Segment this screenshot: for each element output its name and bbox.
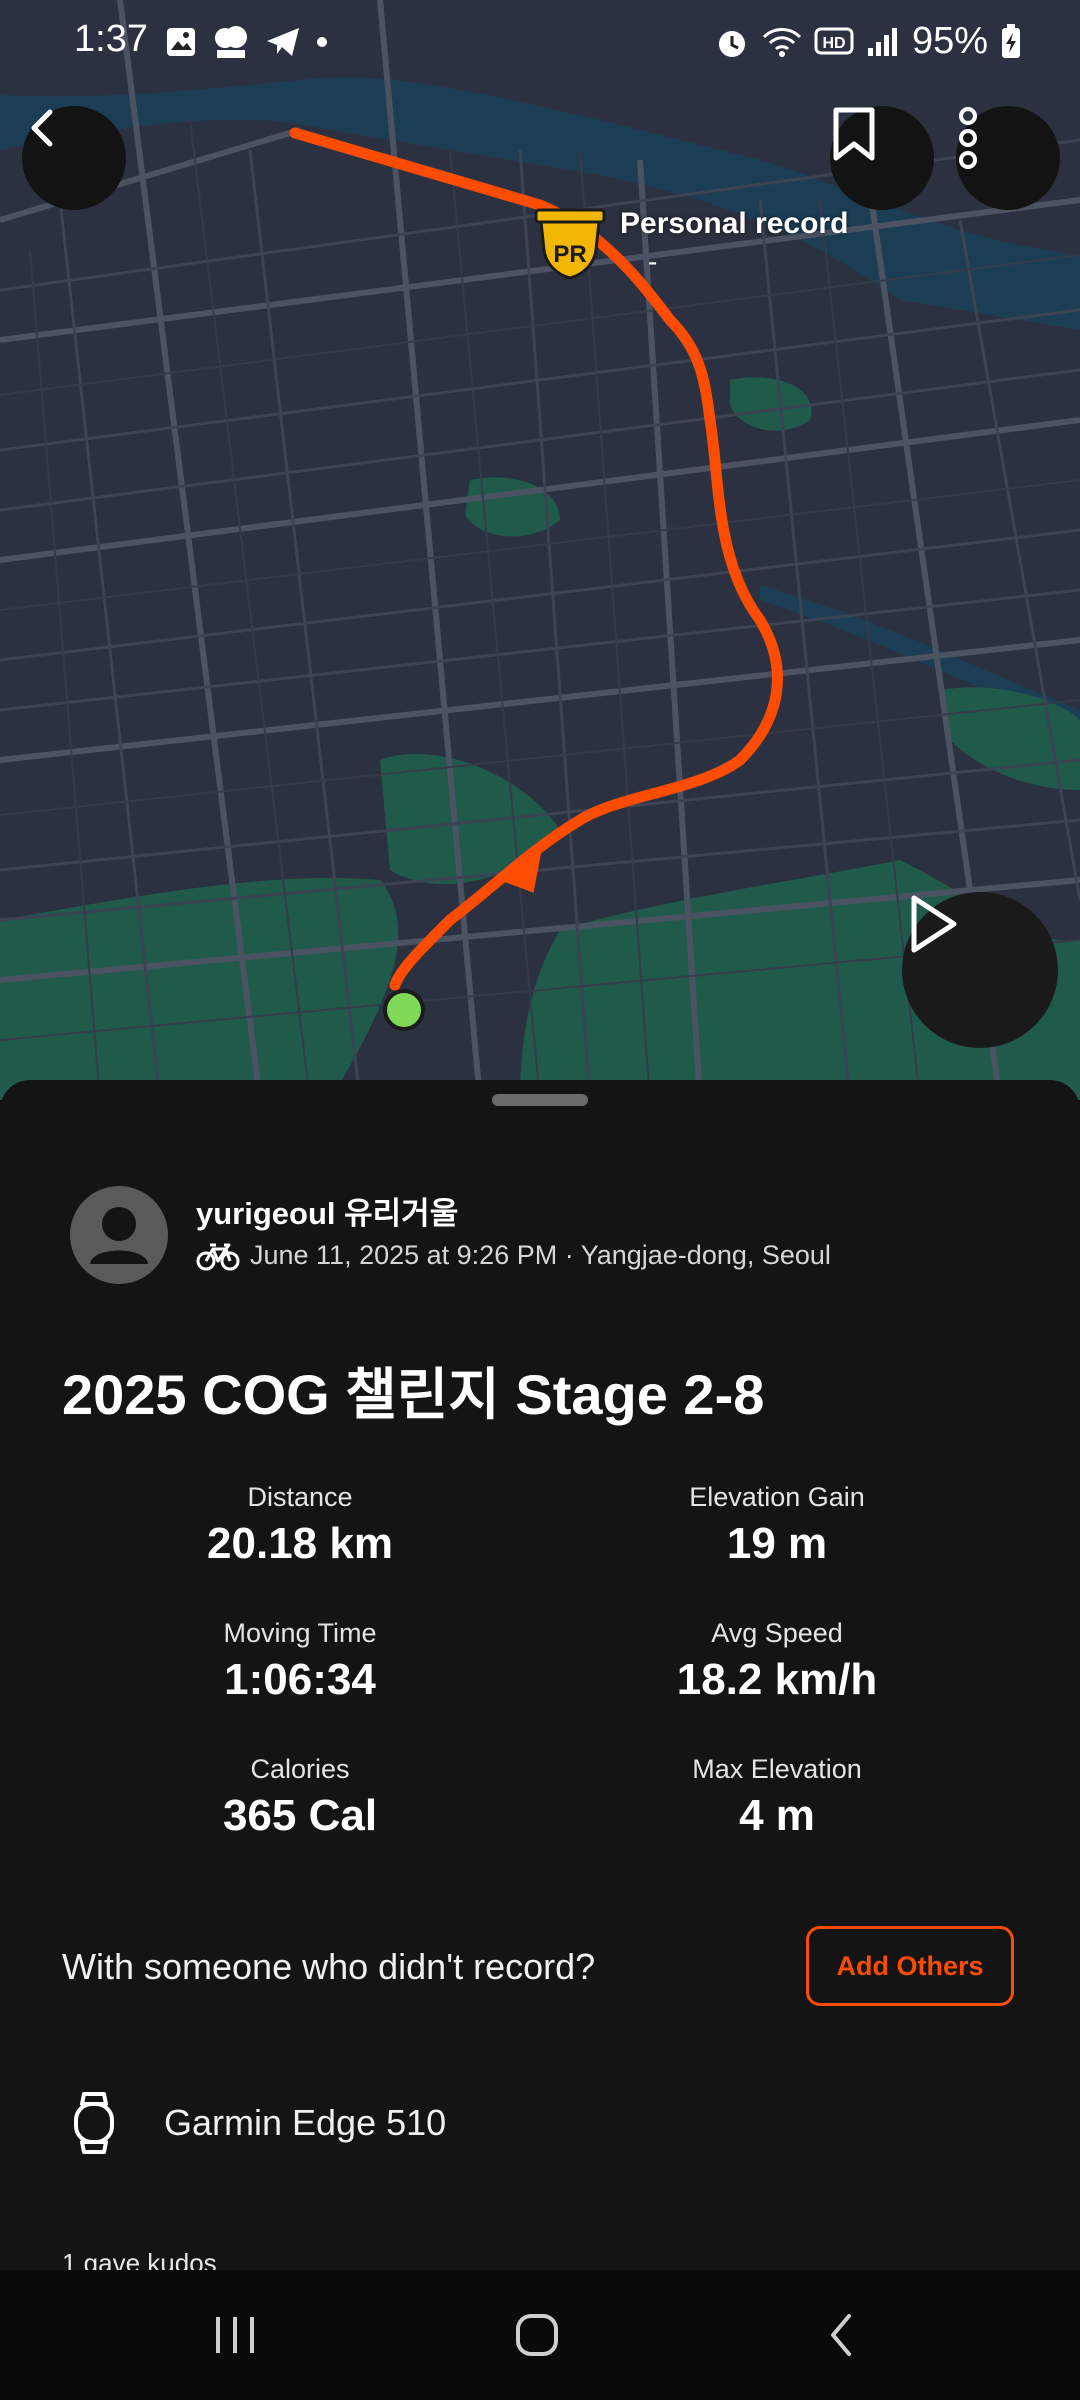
stat-elevation-gain: Elevation Gain 19 m <box>537 1480 1017 1570</box>
svg-text:HD: HD <box>822 35 845 52</box>
alarm-icon <box>718 30 745 57</box>
start-marker[interactable] <box>383 989 425 1031</box>
system-navigation-bar <box>0 2270 1080 2400</box>
stat-value: 1:06:34 <box>224 1655 376 1704</box>
bike-icon <box>196 1243 240 1270</box>
signal-icon <box>867 27 897 56</box>
home-icon <box>516 2314 558 2356</box>
activity-title: 2025 COG 챌린지 Stage 2-8 <box>62 1363 765 1426</box>
flyover-play-button[interactable] <box>902 892 1058 1048</box>
device-name: Garmin Edge 510 <box>164 2102 447 2143</box>
bookmark-button[interactable] <box>830 106 934 210</box>
activity-details-sheet[interactable]: yurigeoul 유리거울 June 11, 2025 at 9:26 PM … <box>0 1080 1080 2278</box>
home-button[interactable] <box>482 2300 592 2370</box>
stat-moving-time: Moving Time 1:06:34 <box>60 1616 540 1706</box>
stat-distance: Distance 20.18 km <box>60 1480 540 1570</box>
weather-icon <box>215 26 247 58</box>
watch-icon <box>74 2092 114 2154</box>
stat-value: 19 m <box>726 1519 828 1568</box>
nav-back-icon <box>831 2314 851 2356</box>
activity-date-location: June 11, 2025 at 9:26 PM · Yangjae-dong,… <box>250 1240 831 1270</box>
add-others-prompt: With someone who didn't record? <box>62 1946 596 1987</box>
play-icon <box>911 895 957 953</box>
stat-max-elevation: Max Elevation 4 m <box>537 1752 1017 1842</box>
stat-label: Moving Time <box>223 1618 377 1648</box>
notification-icons <box>165 24 329 60</box>
device-row[interactable]: Garmin Edge 510 <box>70 2090 446 2156</box>
back-arrow-icon <box>31 109 53 147</box>
battery-percentage: 95% <box>911 20 988 62</box>
stat-calories: Calories 365 Cal <box>60 1752 540 1842</box>
stat-value: 4 m <box>739 1791 815 1840</box>
park-northeast <box>730 377 812 431</box>
personal-record-sub: - <box>648 246 658 277</box>
avatar[interactable] <box>70 1186 168 1284</box>
route-map[interactable]: PR Personal record - <box>0 0 1080 1100</box>
system-status-icons: HD 95% <box>714 20 1022 63</box>
status-bar: 1:37 HD 95% <box>0 0 1080 86</box>
activity-meta: June 11, 2025 at 9:26 PM · Yangjae-dong,… <box>196 1240 831 1271</box>
recent-apps-icon <box>216 2317 254 2353</box>
stat-value: 18.2 km/h <box>676 1655 878 1704</box>
more-vertical-icon <box>959 107 977 169</box>
more-options-button[interactable] <box>956 106 1060 210</box>
wifi-icon <box>762 27 801 57</box>
stat-value: 20.18 km <box>207 1519 393 1568</box>
stat-label: Distance <box>247 1482 353 1512</box>
recent-apps-button[interactable] <box>180 2300 290 2370</box>
stat-avg-speed: Avg Speed 18.2 km/h <box>537 1616 1017 1706</box>
stat-value: 365 Cal <box>222 1791 378 1840</box>
status-time: 1:37 <box>74 18 148 60</box>
bookmark-icon <box>833 107 875 161</box>
telegram-icon <box>267 28 299 56</box>
battery-charging-icon <box>1002 23 1020 58</box>
stat-label: Calories <box>250 1754 350 1784</box>
more-notifications-dot-icon <box>317 37 327 47</box>
personal-record-label: Personal record <box>620 207 849 240</box>
sheet-drag-handle[interactable] <box>492 1094 588 1106</box>
nav-back-button[interactable] <box>786 2300 896 2370</box>
default-avatar-icon <box>90 1207 148 1264</box>
activity-screen: PR Personal record - 1:37 HD 95% yurigeo… <box>0 0 1080 2400</box>
stat-label: Max Elevation <box>692 1754 862 1784</box>
stat-label: Elevation Gain <box>689 1482 865 1512</box>
athlete-name[interactable]: yurigeoul 유리거울 <box>196 1188 458 1233</box>
pr-badge-text: PR <box>553 241 586 268</box>
hd-voice-icon: HD <box>814 27 854 54</box>
gallery-icon <box>167 28 195 56</box>
back-button[interactable] <box>22 106 126 210</box>
stat-label: Avg Speed <box>711 1618 843 1648</box>
add-others-button[interactable]: Add Others <box>806 1926 1014 2006</box>
